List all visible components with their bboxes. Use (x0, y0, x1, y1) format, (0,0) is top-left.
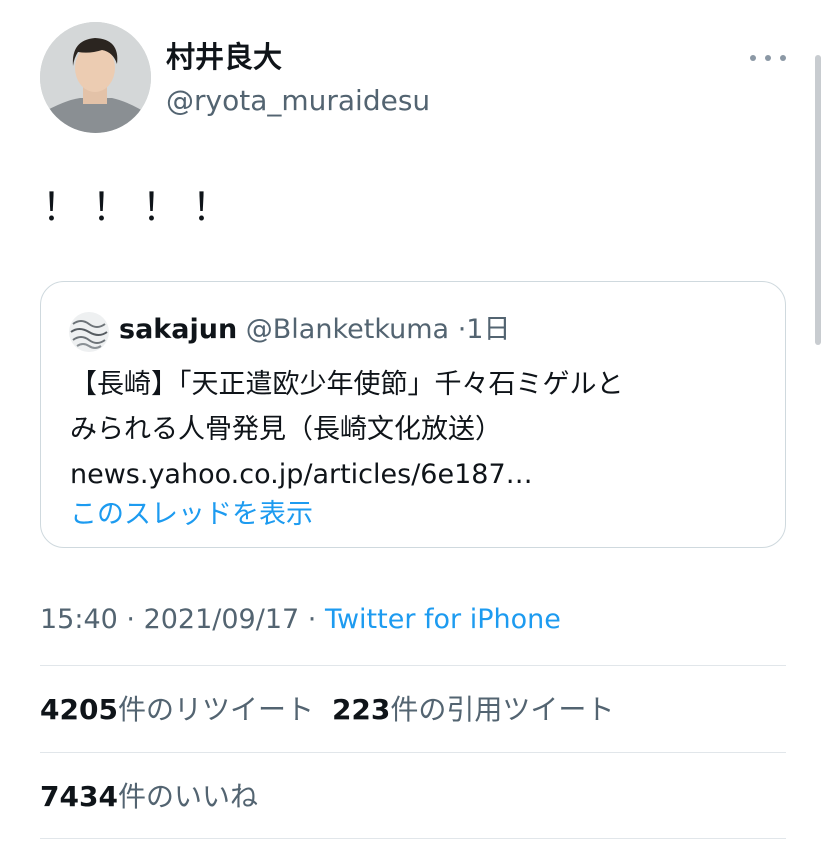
tweet-source-link[interactable]: Twitter for iPhone (325, 604, 561, 635)
more-horizontal-icon[interactable] (750, 48, 786, 68)
quoted-tweet-line: 【長崎】「天正遣欧少年使節」千々石ミゲルと (70, 369, 624, 400)
tweet-date[interactable]: 2021/09/17 (144, 604, 300, 635)
likes-count: 7434 (40, 780, 118, 813)
quoted-tweet-header: sakajun @Blanketkuma ·1日 (119, 310, 510, 350)
meta-separator: · (117, 604, 144, 635)
quoted-tweet-card[interactable]: sakajun @Blanketkuma ·1日 【長崎】「天正遣欧少年使節」千… (40, 281, 786, 548)
author-handle[interactable]: @ryota_muraidesu (166, 82, 430, 120)
quoted-tweet-url: news.yahoo.co.jp/articles/6e187… (70, 459, 533, 490)
divider (40, 665, 786, 666)
retweets-stat[interactable]: 4205件のリツイート (40, 693, 314, 726)
stats-row-likes: 7434件のいいね (40, 777, 258, 817)
tweet-meta: 15:40 · 2021/09/17 · Twitter for iPhone (40, 600, 561, 640)
author-avatar[interactable] (40, 22, 151, 133)
avatar-photo (40, 22, 151, 133)
retweets-count: 4205 (40, 693, 118, 726)
quoted-author-name: sakajun (119, 314, 238, 345)
quotes-count: 223 (331, 693, 391, 726)
quoted-author-avatar (69, 312, 109, 352)
likes-stat[interactable]: 7434件のいいね (40, 780, 258, 813)
avatar-pattern-icon (69, 312, 109, 352)
quoted-author-handle: @Blanketkuma (245, 314, 450, 345)
quoted-tweet-body: 【長崎】「天正遣欧少年使節」千々石ミゲルと みられる人骨発見（長崎文化放送） n… (70, 362, 770, 497)
divider (40, 752, 786, 753)
divider (40, 838, 786, 839)
scrollbar[interactable] (815, 55, 821, 345)
quoted-tweet-line: みられる人骨発見（長崎文化放送） (70, 414, 502, 445)
quoted-tweet-time: 1日 (466, 314, 511, 345)
show-thread-link[interactable]: このスレッドを表示 (70, 495, 313, 535)
quotes-stat[interactable]: 223件の引用ツイート (332, 693, 614, 726)
author-display-name[interactable]: 村井良大 (166, 37, 282, 77)
quotes-label: 件の引用ツイート (390, 693, 615, 726)
tweet-text: ！！！！ (42, 185, 243, 229)
retweets-label: 件のリツイート (117, 693, 314, 726)
likes-label: 件のいいね (117, 780, 258, 813)
meta-separator: · (299, 604, 325, 635)
tweet-time[interactable]: 15:40 (40, 604, 118, 635)
quoted-separator: · (457, 314, 467, 345)
stats-row-retweets: 4205件のリツイート 223件の引用ツイート (40, 690, 614, 730)
